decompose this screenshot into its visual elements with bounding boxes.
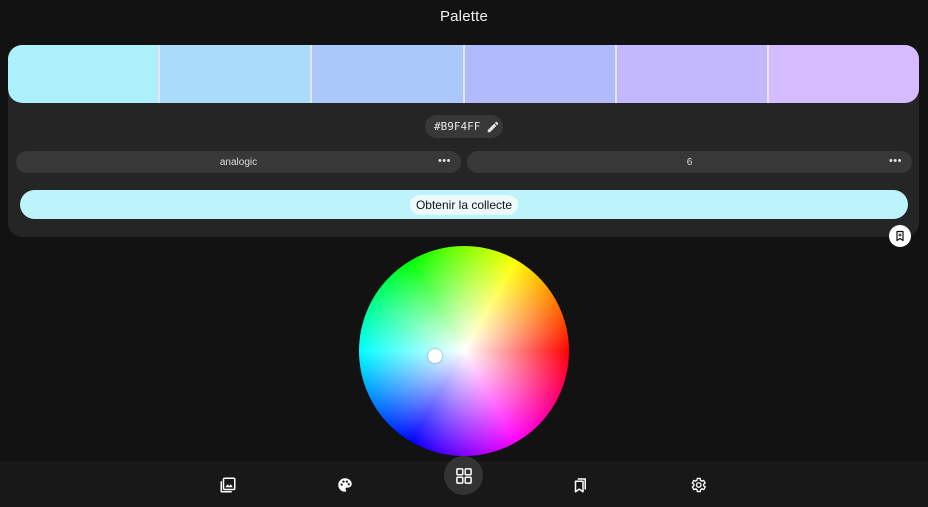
color-swatch[interactable] — [8, 45, 161, 103]
grid-icon — [455, 467, 472, 484]
nav-collections[interactable] — [444, 456, 483, 495]
get-collection-button[interactable]: Obtenir la collecte — [20, 190, 908, 219]
color-wheel[interactable] — [359, 246, 569, 456]
gallery-icon — [220, 477, 236, 493]
more-options-icon[interactable]: ••• — [889, 156, 902, 167]
count-value: 6 — [686, 156, 693, 168]
color-swatch[interactable] — [768, 45, 919, 103]
get-collection-label: Obtenir la collecte — [409, 194, 519, 215]
bookmarks-icon — [574, 478, 586, 493]
nav-bookmarks[interactable] — [570, 475, 590, 495]
color-wheel-handle[interactable] — [428, 349, 442, 363]
color-swatch[interactable] — [160, 45, 313, 103]
palette-card: #B9F4FF analogic ••• 6 ••• Obtenir la co… — [8, 45, 919, 237]
scheme-selector[interactable]: analogic ••• — [16, 151, 461, 173]
nav-gallery[interactable] — [218, 475, 238, 495]
page-title: Palette — [439, 8, 489, 25]
palette-icon — [338, 478, 352, 492]
swatch-row — [8, 45, 919, 103]
nav-settings[interactable] — [688, 475, 708, 495]
hex-color-chip[interactable]: #B9F4FF — [425, 115, 503, 138]
count-selector[interactable]: 6 ••• — [467, 151, 912, 173]
color-swatch[interactable] — [312, 45, 465, 103]
color-swatch[interactable] — [464, 45, 617, 103]
pencil-icon[interactable] — [486, 120, 500, 134]
color-swatch[interactable] — [616, 45, 769, 103]
save-palette-button[interactable] — [889, 225, 911, 247]
more-options-icon[interactable]: ••• — [438, 156, 451, 167]
gear-icon — [691, 477, 706, 493]
bookmark-icon — [896, 230, 904, 242]
nav-palette[interactable] — [335, 475, 355, 495]
hex-value: #B9F4FF — [434, 120, 481, 133]
scheme-value: analogic — [219, 156, 258, 168]
app-root: Palette #B9F4FF analogic ••• 6 ••• Obten… — [0, 0, 928, 507]
